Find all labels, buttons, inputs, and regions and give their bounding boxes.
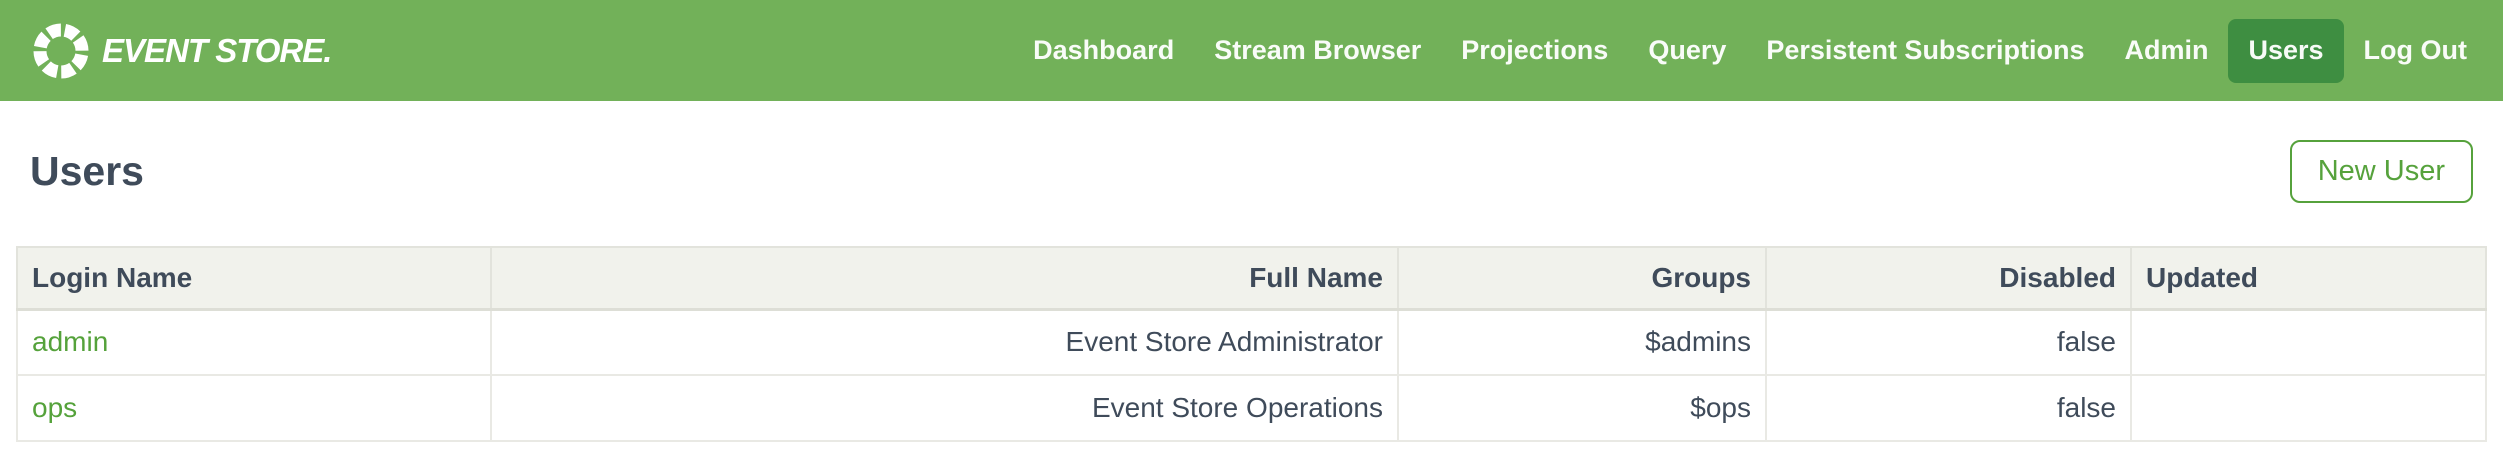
cell-full-name: Event Store Administrator [491, 309, 1398, 375]
cell-full-name: Event Store Operations [491, 375, 1398, 441]
nav-item-admin[interactable]: Admin [2104, 19, 2228, 83]
column-header-updated: Updated [2131, 247, 2486, 309]
nav-item-projections[interactable]: Projections [1441, 19, 1628, 83]
cell-disabled: false [1766, 309, 2131, 375]
column-header-login-name: Login Name [17, 247, 491, 309]
main-nav: Dashboard Stream Browser Projections Que… [1013, 19, 2487, 83]
cell-login-name: ops [17, 375, 491, 441]
cell-updated [2131, 375, 2486, 441]
nav-item-persistent-subscriptions[interactable]: Persistent Subscriptions [1746, 19, 2104, 83]
users-table: Login Name Full Name Groups Disabled Upd… [16, 246, 2487, 442]
nav-item-query[interactable]: Query [1628, 19, 1746, 83]
column-header-groups: Groups [1398, 247, 1766, 309]
cell-login-name: admin [17, 309, 491, 375]
page-title: Users [30, 148, 144, 195]
nav-item-dashboard[interactable]: Dashboard [1013, 19, 1194, 83]
user-link-admin[interactable]: admin [32, 326, 108, 357]
cell-groups: $ops [1398, 375, 1766, 441]
cell-updated [2131, 309, 2486, 375]
eventstore-logo-icon [30, 20, 92, 82]
table-row: ops Event Store Operations $ops false [17, 375, 2486, 441]
top-navbar: EVENT STORE. Dashboard Stream Browser Pr… [0, 0, 2503, 101]
page-header: Users New User [30, 138, 2473, 204]
table-header-row: Login Name Full Name Groups Disabled Upd… [17, 247, 2486, 309]
nav-item-logout[interactable]: Log Out [2344, 19, 2487, 83]
eventstore-logo-text: EVENT STORE. [100, 32, 331, 70]
cell-groups: $admins [1398, 309, 1766, 375]
table-row: admin Event Store Administrator $admins … [17, 309, 2486, 375]
eventstore-logo[interactable]: EVENT STORE. [30, 20, 331, 82]
users-page: Users New User Login Name Full Name Grou… [0, 138, 2503, 442]
column-header-disabled: Disabled [1766, 247, 2131, 309]
new-user-button[interactable]: New User [2290, 140, 2473, 203]
nav-item-users[interactable]: Users [2228, 19, 2343, 83]
column-header-full-name: Full Name [491, 247, 1398, 309]
user-link-ops[interactable]: ops [32, 392, 77, 423]
cell-disabled: false [1766, 375, 2131, 441]
nav-item-stream-browser[interactable]: Stream Browser [1194, 19, 1441, 83]
